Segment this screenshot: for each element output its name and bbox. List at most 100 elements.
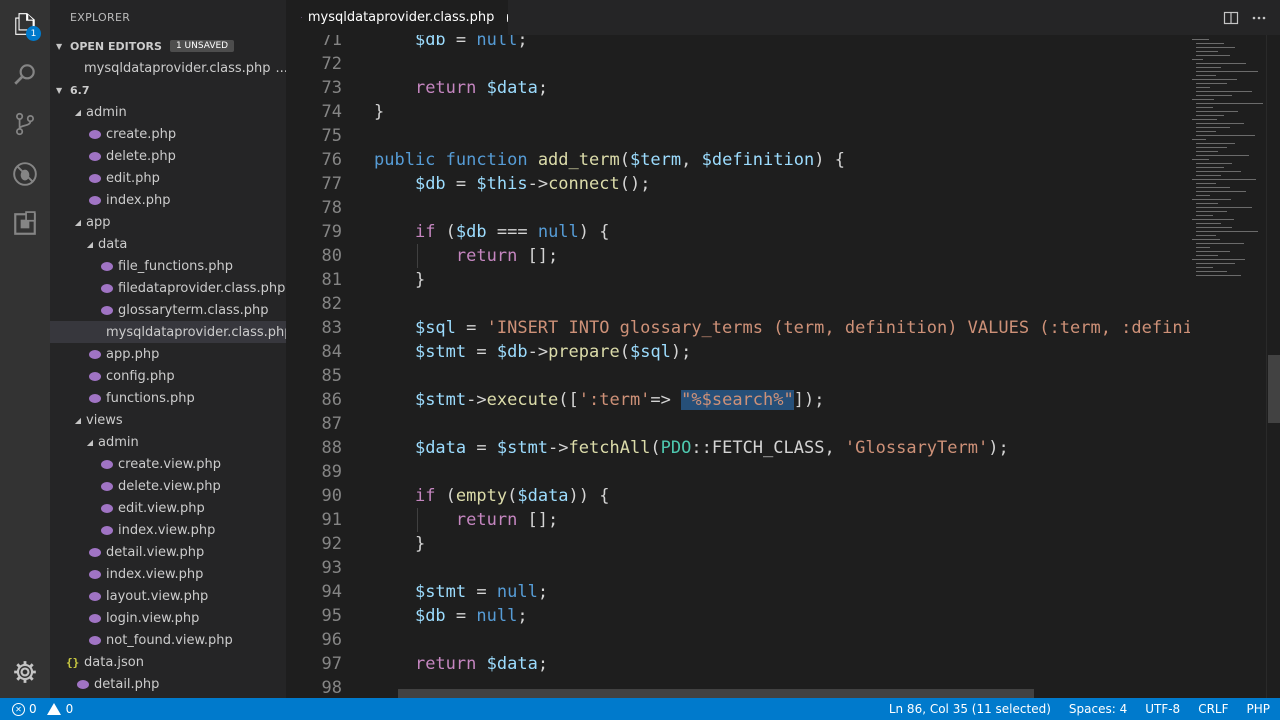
code-line[interactable]: 74} bbox=[286, 100, 1190, 124]
code-line[interactable]: 71 $db = null; bbox=[286, 35, 1190, 52]
code-line[interactable]: 82 bbox=[286, 292, 1190, 316]
code-line[interactable]: 76 public function add_term($term, $defin… bbox=[286, 148, 1190, 172]
code-line[interactable]: 80 return []; bbox=[286, 244, 1190, 268]
code-line[interactable]: 89 bbox=[286, 460, 1190, 484]
tree-file[interactable]: edit.view.php bbox=[50, 497, 286, 519]
root-folder-label: 6.7 bbox=[70, 83, 90, 97]
code-line[interactable]: 72 bbox=[286, 52, 1190, 76]
code-line[interactable]: 95 $db = null; bbox=[286, 604, 1190, 628]
tree-folder[interactable]: ◢ data bbox=[50, 233, 286, 255]
code-token: ); bbox=[670, 342, 692, 362]
horizontal-scrollbar-thumb[interactable] bbox=[398, 689, 1034, 698]
code-line[interactable]: 87 bbox=[286, 412, 1190, 436]
code-editor[interactable]: 71 $db = null; 72 73 return $data; 74} 75 76 p… bbox=[286, 35, 1280, 698]
tree-file[interactable]: create.php bbox=[50, 123, 286, 145]
code-line[interactable]: 92 } bbox=[286, 532, 1190, 556]
minimap-line bbox=[1196, 235, 1216, 236]
indentation[interactable]: Spaces: 4 bbox=[1069, 702, 1127, 716]
debug-icon[interactable] bbox=[0, 150, 50, 198]
code-line[interactable]: 85 bbox=[286, 364, 1190, 388]
code-line[interactable]: 78 bbox=[286, 196, 1190, 220]
tree-file[interactable]: delete.view.php bbox=[50, 475, 286, 497]
tree-file[interactable]: config.php bbox=[50, 365, 286, 387]
source-control-icon[interactable] bbox=[0, 100, 50, 148]
cursor-position[interactable]: Ln 86, Col 35 (11 selected) bbox=[889, 702, 1051, 716]
tree-item-label: functions.php bbox=[106, 390, 195, 406]
tree-file[interactable]: functions.php bbox=[50, 387, 286, 409]
tree-file[interactable]: detail.php bbox=[50, 673, 286, 695]
tree-file[interactable]: {} data.json bbox=[50, 651, 286, 673]
code-line[interactable]: 84 $stmt = $db->prepare($sql); bbox=[286, 340, 1190, 364]
code-line[interactable]: 83 $sql = 'INSERT INTO glossary_terms (t… bbox=[286, 316, 1265, 340]
code-line[interactable]: 75 bbox=[286, 124, 1190, 148]
code-token: $data bbox=[414, 438, 467, 458]
php-file-icon bbox=[89, 393, 101, 403]
tree-file[interactable]: login.view.php bbox=[50, 607, 286, 629]
code-line[interactable]: 79 if ($db === null) { bbox=[286, 220, 1190, 244]
tree-item-label: data bbox=[98, 236, 128, 252]
folder-header[interactable]: ▼ 6.7 bbox=[50, 79, 286, 101]
code-token: return bbox=[414, 654, 477, 674]
tree-file[interactable]: detail.view.php bbox=[50, 541, 286, 563]
tree-file[interactable]: not_found.view.php bbox=[50, 629, 286, 651]
minimap-line bbox=[1196, 103, 1264, 104]
code-lines[interactable]: 71 $db = null; 72 73 return $data; 74} 75 76 p… bbox=[286, 35, 1265, 698]
tree-file[interactable]: mysqldataprovider.class.php bbox=[50, 321, 286, 343]
line-number: 96 bbox=[321, 630, 342, 650]
line-source: } bbox=[374, 100, 384, 124]
tree-folder[interactable]: ◢ admin bbox=[50, 101, 286, 123]
code-line[interactable]: 90 if (empty($data)) { bbox=[286, 484, 1190, 508]
code-token: = bbox=[445, 174, 477, 194]
unsaved-badge: 1 UNSAVED bbox=[169, 40, 235, 52]
language-mode[interactable]: PHP bbox=[1247, 702, 1271, 716]
minimap-line bbox=[1196, 135, 1255, 136]
line-endings[interactable]: CRLF bbox=[1198, 702, 1228, 716]
code-line[interactable]: 88 $data = $stmt->fetchAll(PDO::FETCH_CL… bbox=[286, 436, 1190, 460]
code-line[interactable]: 73 return $data; bbox=[286, 76, 1190, 100]
php-file-icon bbox=[101, 525, 113, 535]
vertical-scrollbar[interactable] bbox=[1266, 35, 1280, 698]
code-line[interactable]: 77 $db = $this->connect(); bbox=[286, 172, 1190, 196]
tree-file[interactable]: delete.php bbox=[50, 145, 286, 167]
search-icon[interactable] bbox=[0, 50, 50, 98]
code-line[interactable]: 91 return []; bbox=[286, 508, 1190, 532]
tree-folder[interactable]: ◢ views bbox=[50, 409, 286, 431]
code-line[interactable]: 97 return $data; bbox=[286, 652, 1190, 676]
tree-folder[interactable]: ◢ admin bbox=[50, 431, 286, 453]
encoding[interactable]: UTF-8 bbox=[1145, 702, 1180, 716]
tree-file[interactable]: glossaryterm.class.php bbox=[50, 299, 286, 321]
code-line[interactable]: 93 bbox=[286, 556, 1190, 580]
open-editor-item[interactable]: mysqldataprovider.class.php ... bbox=[50, 57, 286, 79]
code-line[interactable]: 96 bbox=[286, 628, 1190, 652]
line-source: $stmt->execute([':term'=> "%$search%"]); bbox=[374, 388, 824, 412]
open-editors-header[interactable]: ▼ OPEN EDITORS 1 UNSAVED bbox=[50, 35, 286, 57]
tree-file[interactable]: file_functions.php bbox=[50, 255, 286, 277]
tree-folder[interactable]: ◢ app bbox=[50, 211, 286, 233]
tree-file[interactable]: index.php bbox=[50, 189, 286, 211]
problems-indicator[interactable]: ✕ 0 0 bbox=[0, 702, 73, 716]
settings-gear-icon[interactable] bbox=[0, 648, 50, 696]
unsaved-dot-icon[interactable] bbox=[507, 13, 508, 22]
file-tree: ◢ admin create.php delete.php edit.php index.… bbox=[50, 101, 286, 695]
files-icon[interactable]: 1 bbox=[0, 0, 50, 48]
more-actions-icon[interactable] bbox=[1251, 10, 1267, 26]
split-editor-icon[interactable] bbox=[1223, 10, 1239, 26]
tree-file[interactable]: filedataprovider.class.php bbox=[50, 277, 286, 299]
tab-active-file[interactable]: mysqldataprovider.class.php bbox=[286, 0, 508, 35]
tree-file[interactable]: layout.view.php bbox=[50, 585, 286, 607]
vertical-scrollbar-thumb[interactable] bbox=[1268, 355, 1280, 423]
code-line[interactable]: 86 $stmt->execute([':term'=> "%$search%"… bbox=[286, 388, 1190, 412]
code-line[interactable]: 94 $stmt = null; bbox=[286, 580, 1190, 604]
extensions-icon[interactable] bbox=[0, 200, 50, 248]
tree-file[interactable]: index.view.php bbox=[50, 519, 286, 541]
tree-item-label: detail.view.php bbox=[106, 544, 205, 560]
tree-file[interactable]: index.view.php bbox=[50, 563, 286, 585]
minimap[interactable] bbox=[1190, 35, 1266, 698]
tree-file[interactable]: edit.php bbox=[50, 167, 286, 189]
tree-file[interactable]: create.view.php bbox=[50, 453, 286, 475]
tab-bar: mysqldataprovider.class.php bbox=[286, 0, 1280, 35]
tree-file[interactable]: app.php bbox=[50, 343, 286, 365]
code-line[interactable]: 81 } bbox=[286, 268, 1190, 292]
tree-item-label: delete.view.php bbox=[118, 478, 221, 494]
